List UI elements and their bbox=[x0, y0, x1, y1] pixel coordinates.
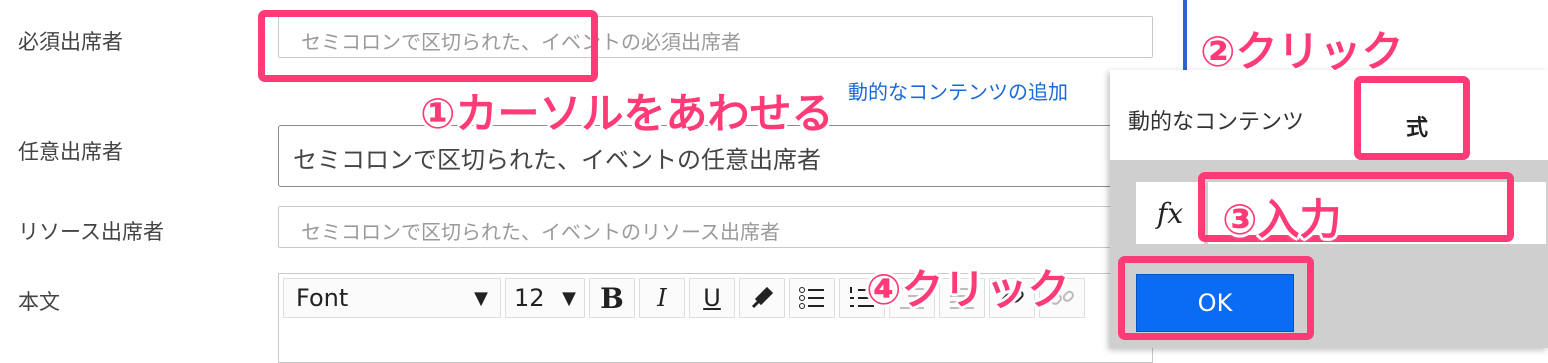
font-size-select[interactable]: 12 ▼ bbox=[505, 278, 585, 318]
optional-attendees-placeholder: セミコロンで区切られた、イベントの任意出席者 bbox=[293, 146, 821, 174]
tab-dynamic-content[interactable]: 動的なコンテンツ bbox=[1128, 104, 1304, 136]
resource-attendees-placeholder: セミコロンで区切られた、イベントのリソース出席者 bbox=[301, 220, 780, 244]
annotation-step2: ②クリック bbox=[1200, 27, 1404, 76]
font-size-label: 12 bbox=[514, 284, 545, 312]
annotation-step1: ①カーソルをあわせる bbox=[420, 89, 834, 138]
italic-button[interactable]: I bbox=[639, 278, 685, 318]
highlight-ok-button bbox=[1118, 256, 1314, 340]
optional-attendees-label: 任意出席者 bbox=[18, 140, 123, 164]
resource-attendees-label: リソース出席者 bbox=[18, 220, 164, 244]
bold-button[interactable]: B bbox=[589, 278, 635, 318]
chevron-down-icon: ▼ bbox=[474, 287, 488, 309]
body-label: 本文 bbox=[18, 290, 60, 314]
eyedropper-icon bbox=[751, 286, 774, 309]
resource-attendees-input[interactable]: セミコロンで区切られた、イベントのリソース出席者 bbox=[278, 206, 1153, 248]
required-attendees-label: 必須出席者 bbox=[18, 30, 123, 54]
popover-arrow bbox=[1094, 84, 1110, 112]
chevron-down-icon: ▼ bbox=[562, 287, 576, 309]
underline-button[interactable]: U bbox=[689, 278, 735, 318]
function-icon: fx bbox=[1136, 182, 1204, 244]
highlight-required-input bbox=[258, 10, 598, 82]
annotation-step4: ④クリック bbox=[866, 265, 1070, 314]
font-select[interactable]: Font ▼ bbox=[283, 278, 501, 318]
color-picker-button[interactable] bbox=[739, 278, 785, 318]
bullet-list-icon bbox=[799, 287, 824, 309]
highlight-expression-tab bbox=[1354, 76, 1470, 160]
font-select-label: Font bbox=[296, 284, 349, 312]
bullet-list-button[interactable] bbox=[789, 278, 835, 318]
add-dynamic-content-link[interactable]: 動的なコンテンツの追加 bbox=[848, 76, 1068, 105]
annotation-step3: ③入力 bbox=[1222, 195, 1342, 244]
